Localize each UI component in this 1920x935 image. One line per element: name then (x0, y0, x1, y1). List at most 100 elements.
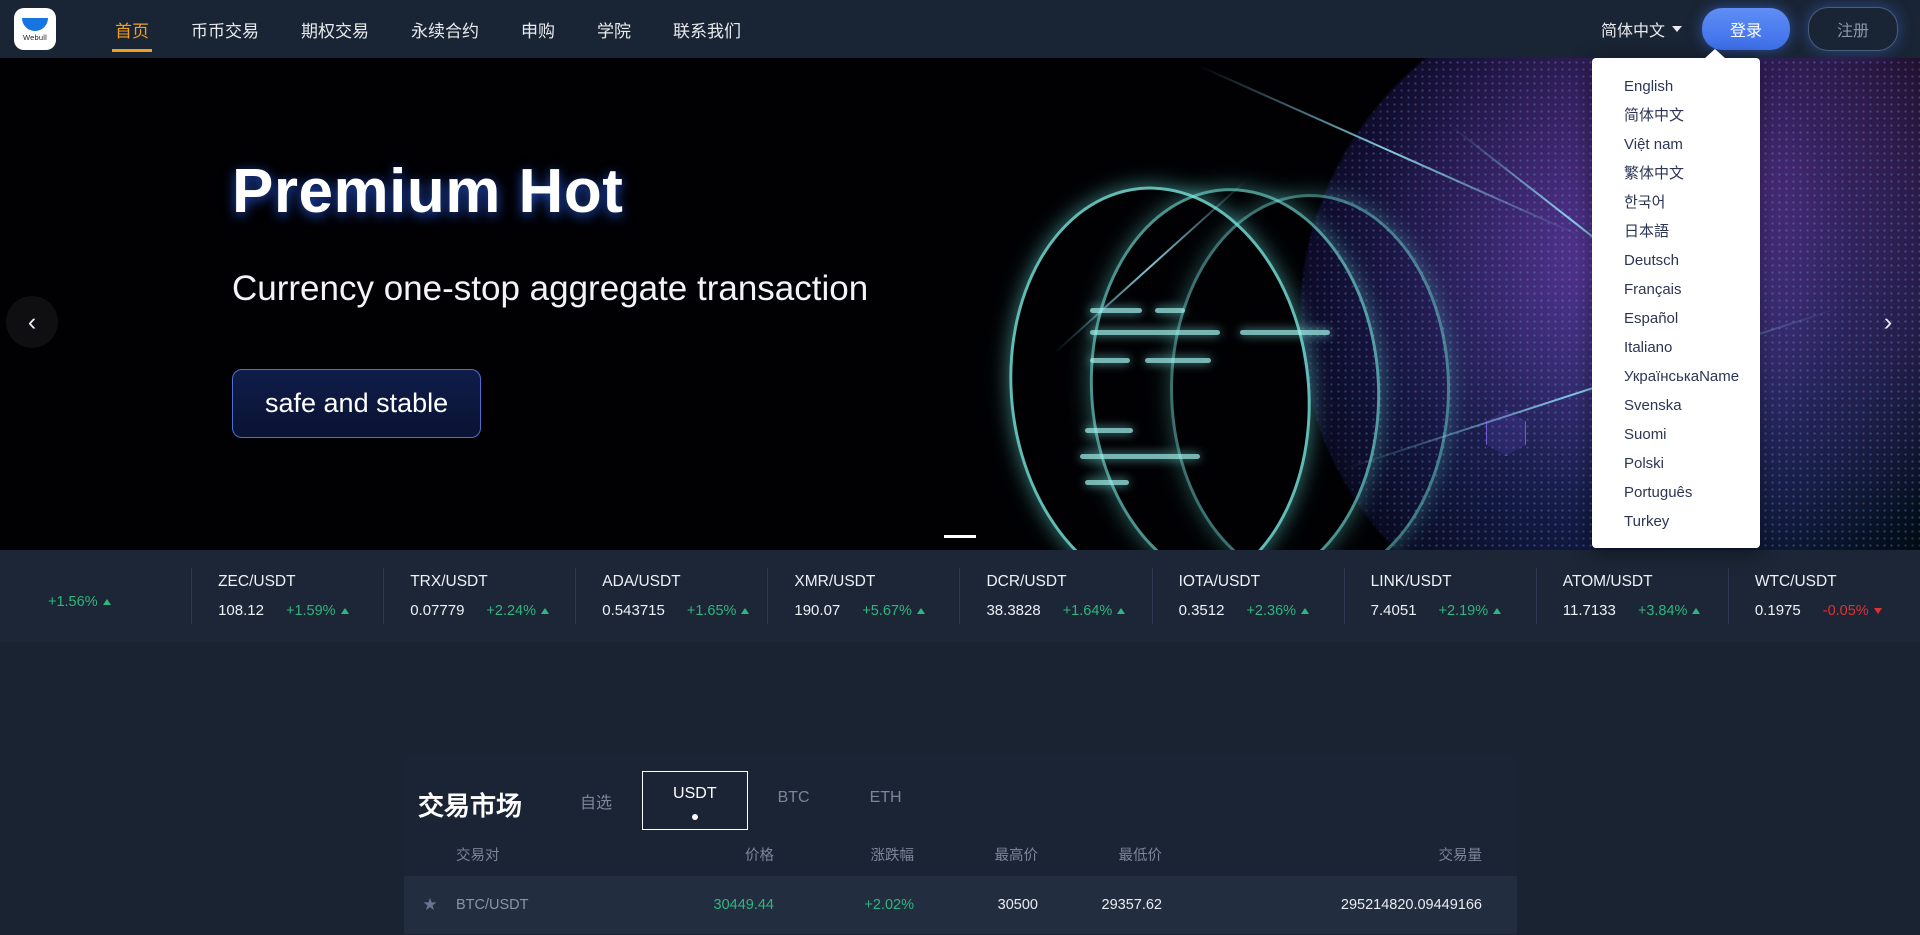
market-title: 交易市场 (418, 791, 523, 821)
dash-graphic (1085, 428, 1133, 433)
dash-graphic (1080, 454, 1200, 459)
hero-content: Premium Hot Currency one-stop aggregate … (232, 156, 868, 438)
webull-logo[interactable]: Webull (14, 8, 56, 50)
dash-graphic (1155, 308, 1185, 313)
arrow-up-icon (741, 607, 750, 614)
market-panel: 交易市场 自选 USDT BTC ETH 交易对 价格 涨跌幅 最高价 最低价 … (404, 754, 1517, 935)
logo-bowl-icon (22, 18, 48, 31)
nav-item-contact-us[interactable]: 联系我们 (652, 0, 762, 58)
tab-btc[interactable]: BTC (748, 776, 840, 820)
language-option-japanese[interactable]: 日本語 (1592, 217, 1760, 246)
nav-item-options-trading[interactable]: 期权交易 (280, 0, 390, 58)
arrow-up-icon (1117, 607, 1126, 614)
language-option-german[interactable]: Deutsch (1592, 246, 1760, 275)
cell-price: 30449.44 (713, 897, 774, 913)
dash-graphic (1090, 358, 1130, 363)
ticker-item[interactable]: XMR/USDT 190.07 +5.67% (768, 568, 961, 624)
ticker-change: -0.05% (1823, 603, 1882, 619)
chevron-left-icon[interactable]: ‹ (6, 296, 58, 348)
ticker-item[interactable]: TRX/USDT 0.07779 +2.24% (384, 568, 577, 624)
tab-eth[interactable]: ETH (840, 776, 932, 820)
dash-graphic (1090, 330, 1220, 335)
language-dropdown-menu: English 简体中文 Việt nam 繁体中文 한국어 日本語 Deuts… (1592, 49, 1760, 548)
dash-graphic (1240, 330, 1330, 335)
ticker-item[interactable]: ADA/USDT 0.543715 +1.65% (576, 568, 769, 624)
language-option-traditional-chinese[interactable]: 繁体中文 (1592, 159, 1760, 188)
ticker-change: +3.84% (1638, 603, 1701, 619)
ticker-item[interactable]: IOTA/USDT 0.3512 +2.36% (1153, 568, 1345, 624)
dash-graphic (1145, 358, 1211, 363)
ticker-change-value: +1.64% (1062, 602, 1113, 619)
language-option-swedish[interactable]: Svenska (1592, 391, 1760, 420)
carousel-indicator[interactable] (944, 535, 976, 538)
language-option-turkish[interactable]: Turkey (1592, 507, 1760, 536)
ticker-price: 190.07 (794, 602, 841, 619)
column-header-price: 价格 (745, 847, 774, 864)
nav-item-subscription[interactable]: 申购 (500, 0, 576, 58)
cell-volume: 295214820.09449166 (1340, 897, 1482, 913)
arrow-up-icon (102, 598, 111, 605)
login-button[interactable]: 登录 (1701, 8, 1790, 50)
ticker-item[interactable]: ATOM/USDT 11.7133 +3.84% (1537, 568, 1729, 624)
ticker-price: 108.12 (218, 602, 264, 619)
language-option-ukrainian[interactable]: УкраїнськаName (1592, 362, 1760, 391)
ticker-values: 38.3828 +1.64% (986, 602, 1151, 619)
language-option-portuguese[interactable]: Português (1592, 478, 1760, 507)
nav-item-home[interactable]: 首页 (94, 0, 170, 58)
ticker-pair: IOTA/USDT (1178, 573, 1261, 590)
ticker-values: 190.07 +5.67% (794, 602, 959, 619)
language-option-italian[interactable]: Italiano (1592, 333, 1760, 362)
nav-item-perpetual-contract[interactable]: 永续合约 (390, 0, 500, 58)
language-option-spanish[interactable]: Español (1592, 304, 1760, 333)
cell-pair: BTC/USDT (456, 897, 529, 913)
cell-high: 30500 (997, 897, 1038, 913)
table-row[interactable]: ★ BTC/USDT 30449.44 +2.02% 30500 29357.6… (404, 876, 1517, 934)
nav-item-academy[interactable]: 学院 (576, 0, 652, 58)
ticker-pair: DCR/USDT (986, 573, 1067, 590)
ticker-values: 108.12 +1.59% (218, 602, 383, 619)
column-header-volume: 交易量 (1438, 847, 1483, 864)
arrow-up-icon (1301, 607, 1310, 614)
arrow-up-icon (541, 607, 550, 614)
ticker-values: +1.56% (26, 594, 191, 610)
arrow-up-icon (340, 607, 349, 614)
language-option-finnish[interactable]: Suomi (1592, 420, 1760, 449)
ticker-item[interactable]: WTC/USDT 0.1975 -0.05% (1729, 568, 1920, 624)
tab-usdt[interactable]: USDT (642, 771, 748, 830)
ticker-pair: XMR/USDT (794, 573, 876, 590)
tab-favorites[interactable]: 自选 (550, 776, 642, 826)
ticker-pair: ATOM/USDT (1562, 573, 1653, 590)
cell-change: +2.02% (864, 897, 914, 913)
hero-cta-button[interactable]: safe and stable (232, 369, 482, 438)
register-button[interactable]: 注册 (1807, 7, 1898, 51)
language-option-polish[interactable]: Polski (1592, 449, 1760, 478)
ticker-pair: LINK/USDT (1370, 573, 1452, 590)
ticker-values: 0.3512 +2.36% (1179, 602, 1344, 619)
page-root: Webull 首页 币币交易 期权交易 永续合约 申购 学院 联系我们 简体中文… (0, 0, 1920, 935)
language-selector[interactable]: 简体中文 (1599, 13, 1684, 45)
ticker-change: +1.59% (286, 603, 349, 619)
ticker-change: +2.36% (1246, 603, 1310, 619)
chevron-down-icon (1671, 26, 1682, 32)
ticker-change: +2.19% (1439, 603, 1502, 619)
ticker-item[interactable]: LINK/USDT 7.4051 +2.19% (1345, 568, 1537, 624)
language-option-vietnamese[interactable]: Việt nam (1592, 130, 1760, 159)
language-option-english[interactable]: English (1592, 72, 1760, 101)
price-ticker-strip: +1.56% ZEC/USDT 108.12 +1.59% TRX/USDT 0… (0, 550, 1920, 642)
ticker-change: +5.67% (862, 603, 925, 619)
hero-subtitle: Currency one-stop aggregate transaction (232, 269, 869, 308)
ticker-change-value: +1.56% (48, 593, 98, 610)
ticker-item[interactable]: DCR/USDT 38.3828 +1.64% (960, 568, 1153, 624)
star-icon[interactable]: ★ (404, 895, 456, 915)
ticker-values: 0.1975 -0.05% (1755, 602, 1920, 619)
language-option-french[interactable]: Français (1592, 275, 1760, 304)
ticker-change-value: +2.19% (1438, 602, 1489, 619)
nav-item-spot-trading[interactable]: 币币交易 (170, 0, 280, 58)
language-option-korean[interactable]: 한국어 (1592, 188, 1760, 217)
chevron-right-icon[interactable]: › (1862, 296, 1914, 348)
ticker-item[interactable]: +1.56% (0, 568, 193, 624)
logo-wordmark: Webull (23, 33, 47, 42)
language-option-simplified-chinese[interactable]: 简体中文 (1592, 101, 1760, 130)
ticker-change-value: -0.05% (1822, 602, 1869, 619)
ticker-item[interactable]: ZEC/USDT 108.12 +1.59% (192, 568, 385, 624)
